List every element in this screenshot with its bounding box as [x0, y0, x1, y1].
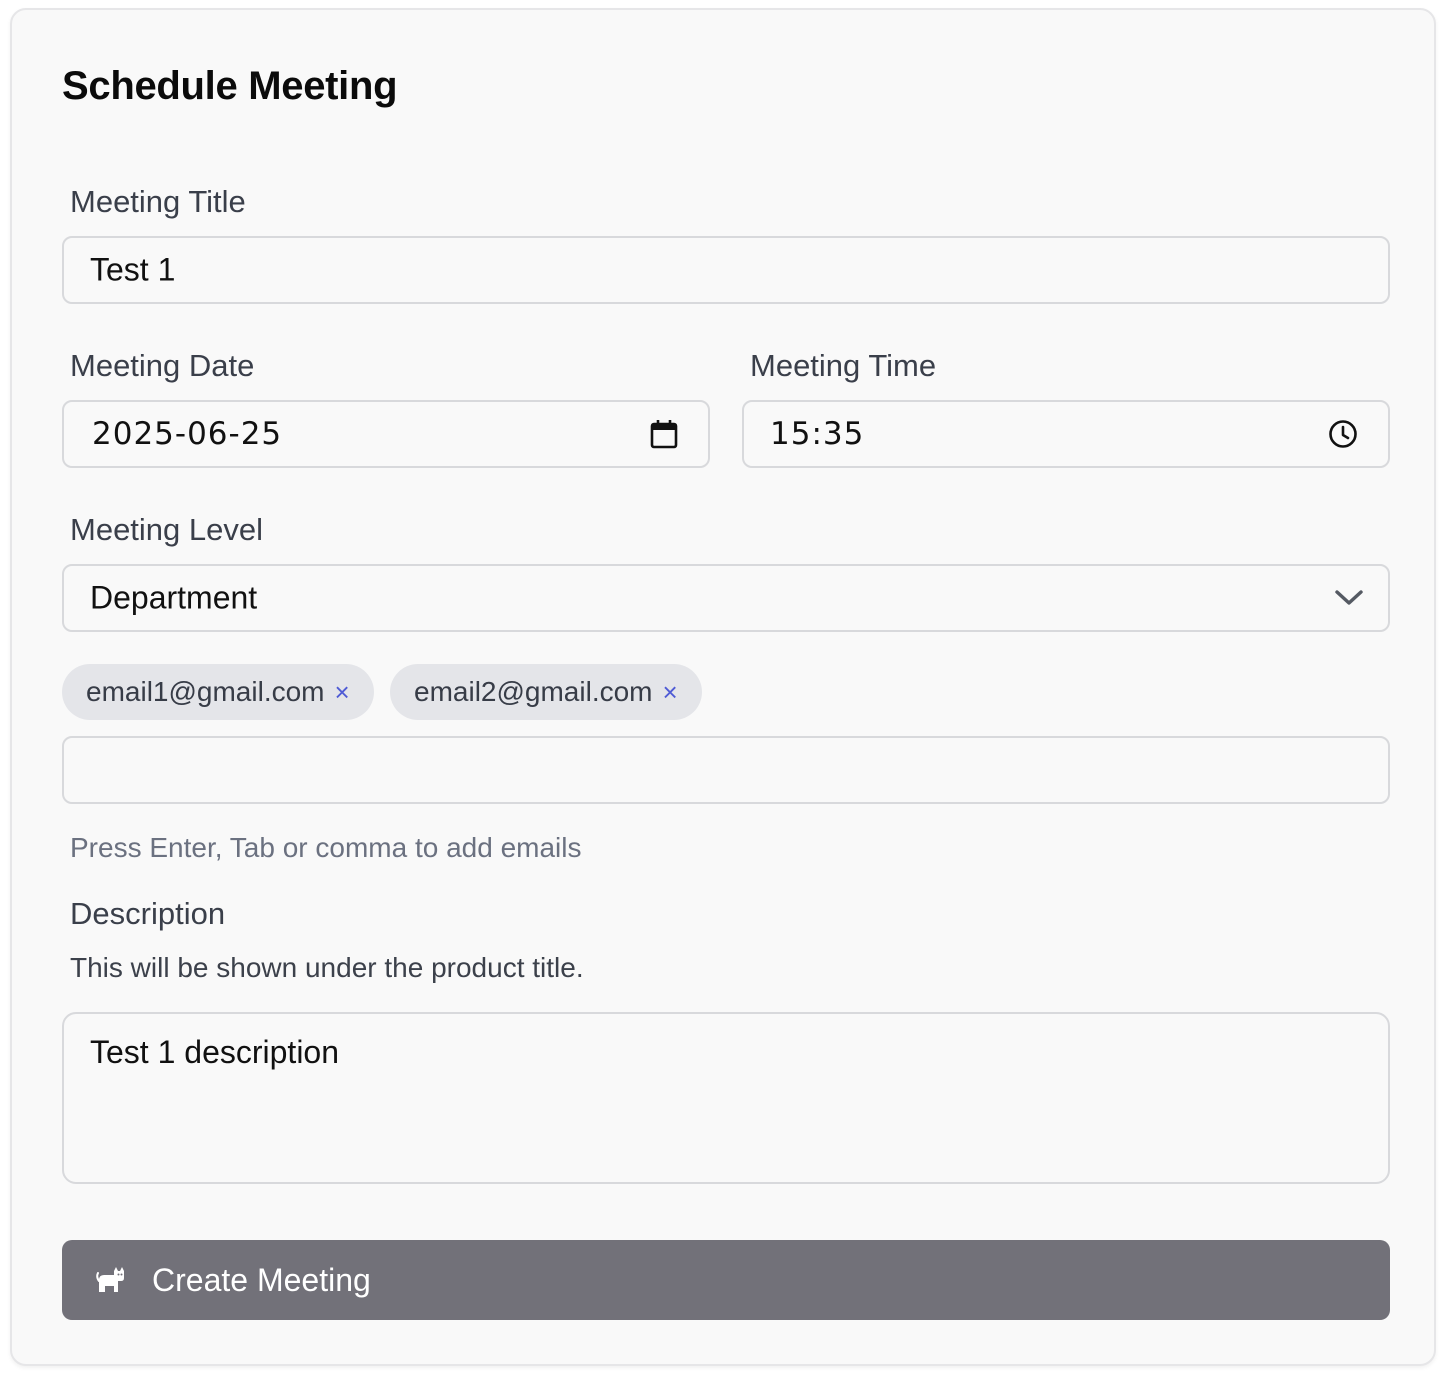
- create-meeting-button[interactable]: Create Meeting: [62, 1240, 1390, 1320]
- meeting-date-value: 2025-06-25: [92, 416, 283, 452]
- chevron-down-icon: [1334, 589, 1364, 607]
- calendar-icon[interactable]: [650, 419, 678, 449]
- create-meeting-label: Create Meeting: [152, 1261, 371, 1298]
- description-label: Description: [70, 896, 226, 931]
- meeting-date-label: Meeting Date: [70, 348, 255, 383]
- description-subtitle: This will be shown under the product tit…: [70, 952, 584, 983]
- description-value: Test 1 description: [90, 1034, 340, 1070]
- meeting-title-value: Test 1: [90, 251, 176, 288]
- email-chip: email2@gmail.com ×: [390, 664, 702, 720]
- remove-email-icon[interactable]: ×: [335, 679, 350, 705]
- remove-email-icon[interactable]: ×: [663, 679, 678, 705]
- email-chip-text: email2@gmail.com: [414, 676, 653, 707]
- meeting-level-select[interactable]: Department: [62, 564, 1390, 632]
- page-title: Schedule Meeting: [62, 64, 398, 108]
- meeting-date-input[interactable]: 2025-06-25: [62, 400, 710, 468]
- email-chip-text: email1@gmail.com: [86, 676, 325, 707]
- description-textarea[interactable]: Test 1 description: [62, 1012, 1390, 1184]
- meeting-title-label: Meeting Title: [70, 184, 246, 219]
- clock-icon[interactable]: [1328, 419, 1358, 449]
- schedule-meeting-card: Schedule Meeting Meeting Title Test 1 Me…: [10, 8, 1436, 1366]
- email-hint: Press Enter, Tab or comma to add emails: [70, 832, 582, 863]
- meeting-time-value: 15:35: [770, 416, 865, 452]
- cat-icon: [96, 1265, 126, 1295]
- email-chip: email1@gmail.com ×: [62, 664, 374, 720]
- meeting-time-label: Meeting Time: [750, 348, 937, 383]
- meeting-title-input[interactable]: Test 1: [62, 236, 1390, 304]
- email-input[interactable]: [62, 736, 1390, 804]
- meeting-time-input[interactable]: 15:35: [742, 400, 1390, 468]
- meeting-level-label: Meeting Level: [70, 512, 264, 547]
- meeting-level-selected: Department: [90, 579, 258, 616]
